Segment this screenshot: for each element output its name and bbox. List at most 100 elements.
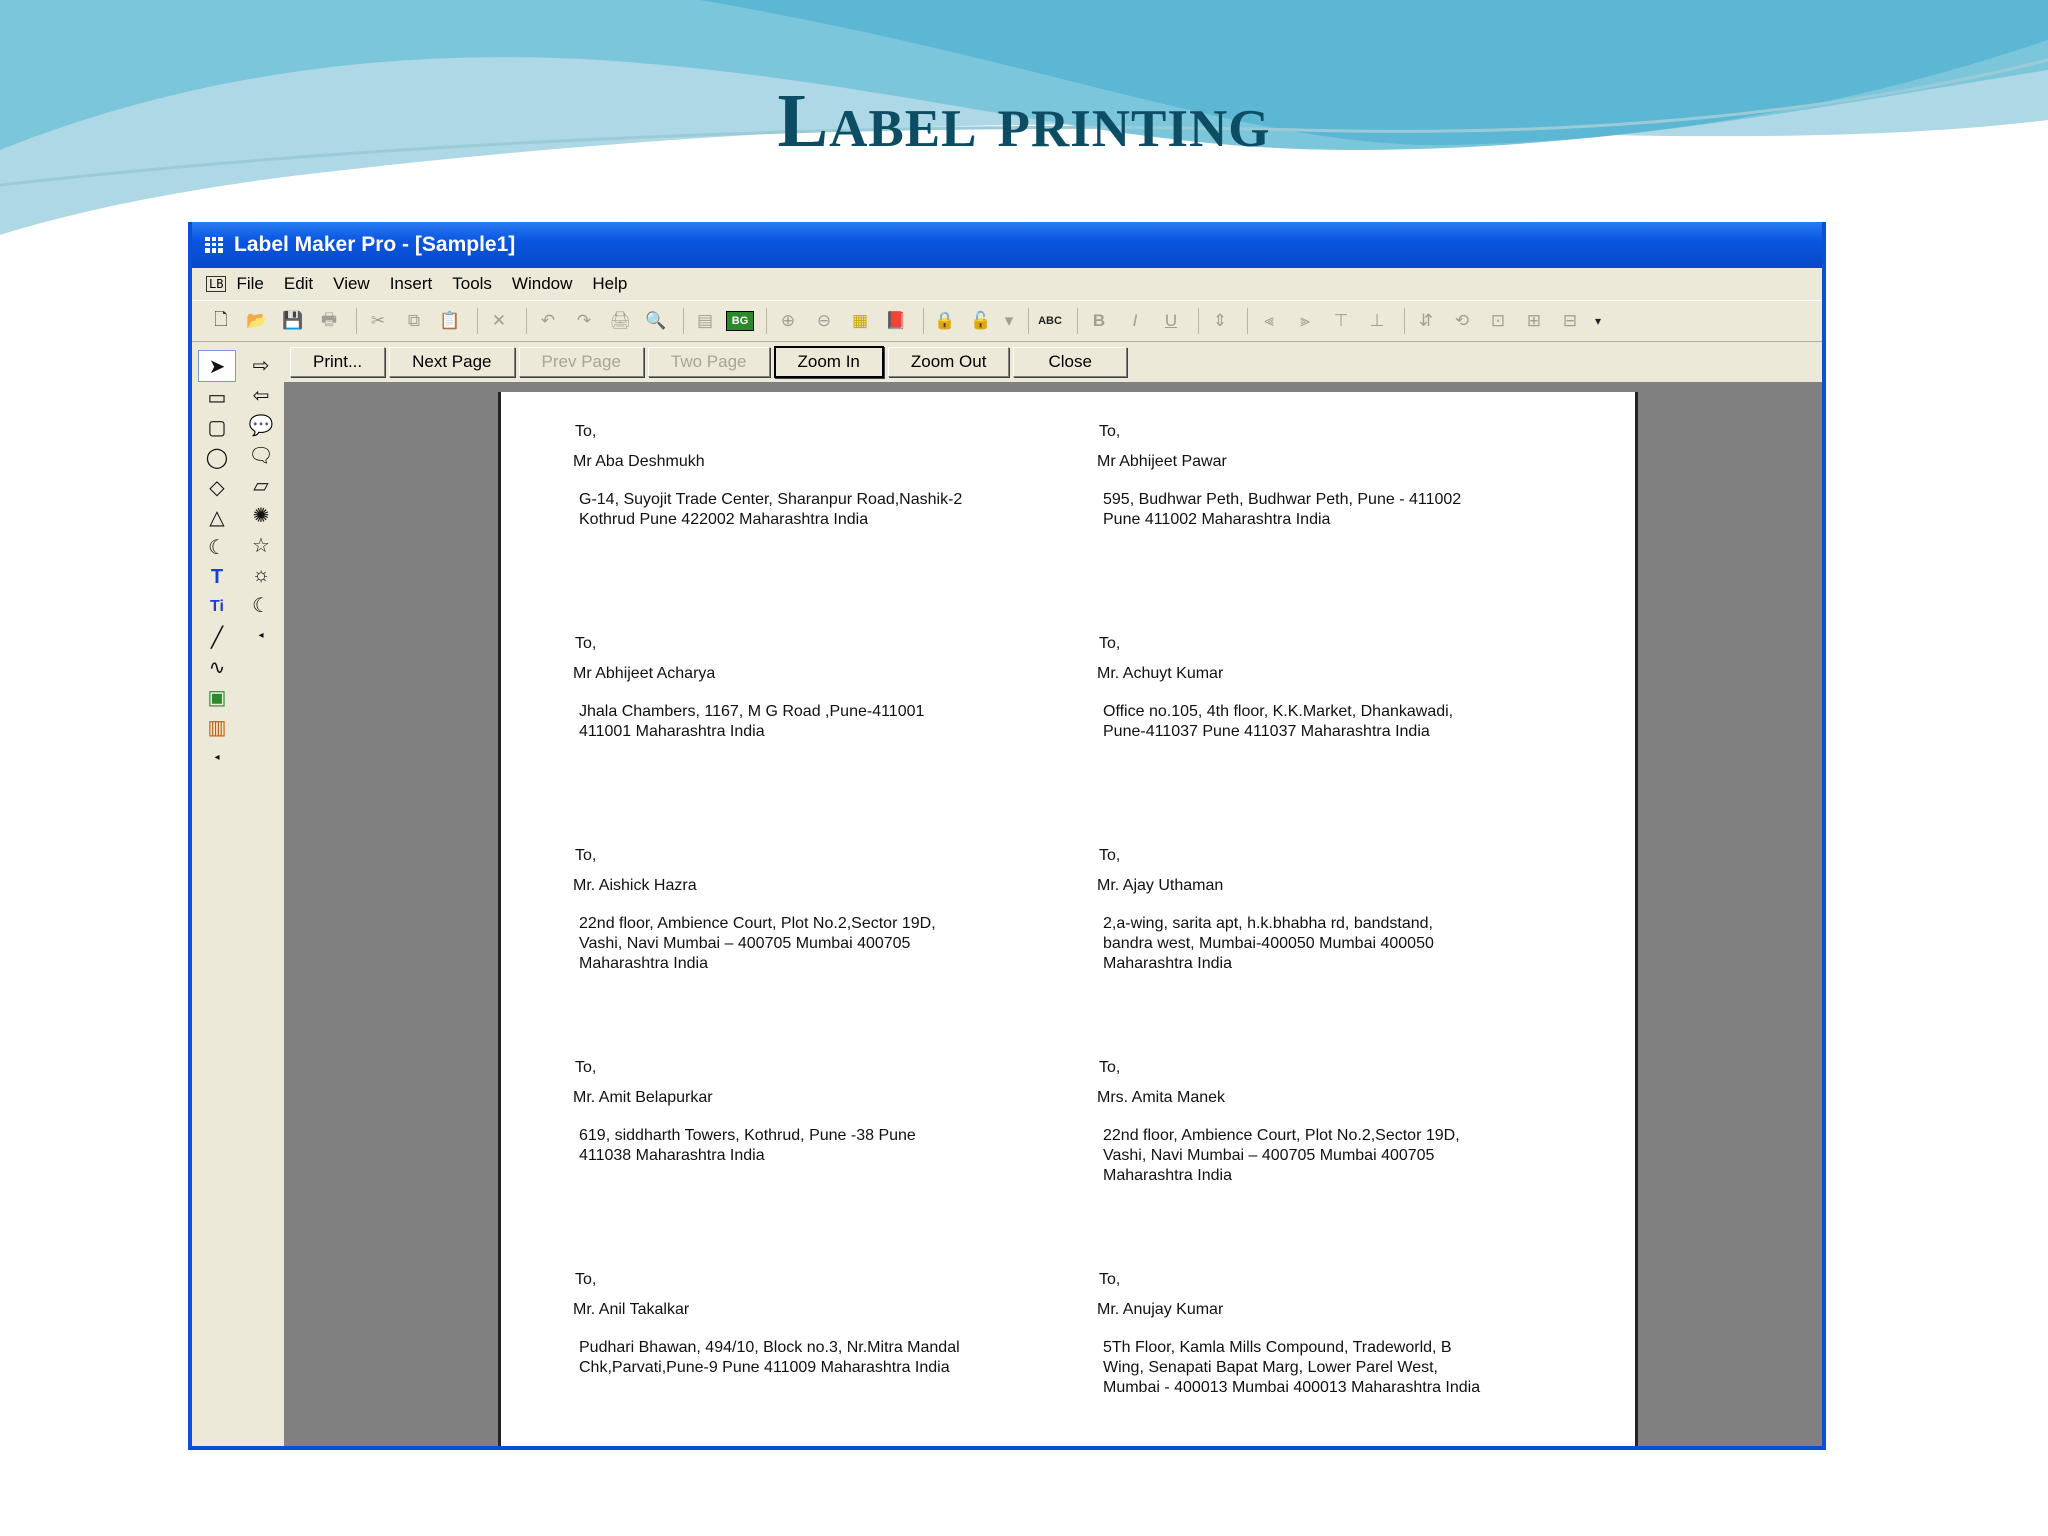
new-file-icon[interactable]: 🗋 (206, 306, 236, 336)
tools-column-left: ➤ ▭ ▢ ◯ ◇ △ ☾ T Ti ╱ ∿ ▣ ▥ ◂ (198, 350, 236, 772)
bold-icon[interactable]: B (1084, 306, 1114, 336)
zoom-out-button[interactable]: Zoom Out (887, 347, 1010, 377)
copy-icon[interactable]: ⧉ (399, 306, 429, 336)
rich-text-tool-icon[interactable]: Ti (198, 592, 236, 622)
undo-icon[interactable]: ↶ (533, 306, 563, 336)
align-left-icon[interactable]: ⫷ (1254, 306, 1284, 336)
print-preview-icon[interactable]: 🔍 (641, 306, 671, 336)
menu-help[interactable]: Help (592, 274, 627, 294)
menu-window[interactable]: Window (512, 274, 572, 294)
menu-edit[interactable]: Edit (284, 274, 313, 294)
rotate-icon[interactable]: ⟲ (1447, 306, 1477, 336)
label-address: 595, Budhwar Peth, Budhwar Peth, Pune - … (1103, 491, 1462, 528)
label-salutation: To, (575, 635, 597, 652)
cut-icon[interactable]: ✂ (363, 306, 393, 336)
window-title: Label Maker Pro - [Sample1] (234, 233, 516, 256)
triangle-tool-icon[interactable]: △ (198, 502, 236, 532)
two-page-button[interactable]: Two Page (647, 347, 770, 377)
scroll-left-icon[interactable]: ◂ (242, 620, 280, 650)
label-recipient-name: Mr Abhijeet Acharya (573, 665, 716, 682)
speech-bubble-icon[interactable]: 💬 (242, 410, 280, 440)
star-shape-icon[interactable]: ☆ (242, 530, 280, 560)
app-grid-icon (205, 237, 223, 253)
center-horizontal-icon[interactable]: ⊡ (1483, 306, 1513, 336)
rounded-rectangle-tool-icon[interactable]: ▢ (198, 412, 236, 442)
line-tool-icon[interactable]: ╱ (198, 622, 236, 652)
zoom-in-button[interactable]: Zoom In (773, 346, 884, 378)
print-button[interactable]: Print... (290, 347, 386, 377)
text-spacing-icon[interactable]: ⇕ (1205, 306, 1235, 336)
dropdown-arrow-icon[interactable]: ▾ (1002, 306, 1016, 336)
menu-tools[interactable]: Tools (452, 274, 492, 294)
pointer-tool-icon[interactable]: ➤ (198, 350, 236, 382)
label-salutation: To, (575, 1059, 597, 1076)
zoom-in-icon[interactable]: ⊕ (773, 306, 803, 336)
rectangle-tool-icon[interactable]: ▭ (198, 382, 236, 412)
flip-vertical-icon[interactable]: ⇵ (1411, 306, 1441, 336)
toolbar-separator (1198, 308, 1199, 334)
unlock-icon[interactable]: 🔓 (966, 306, 996, 336)
arrow-left-shape-icon[interactable]: ⇦ (242, 380, 280, 410)
label-recipient-name: Mr. Ajay Uthaman (1097, 877, 1224, 894)
toolbar-separator (923, 308, 924, 334)
window-titlebar[interactable]: Label Maker Pro - [Sample1] (192, 222, 1822, 268)
distribute-icon[interactable]: ⊟ (1555, 306, 1585, 336)
label-recipient-name: Mrs. Amita Manek (1097, 1089, 1226, 1106)
label-salutation: To, (1099, 1271, 1121, 1288)
toolbar-separator (526, 308, 527, 334)
thought-bubble-icon[interactable]: 🗨 (242, 440, 280, 470)
toolbar-more-icon[interactable]: ▾ (1591, 306, 1605, 336)
diamond-tool-icon[interactable]: ◇ (198, 472, 236, 502)
open-folder-icon[interactable]: 📂 (242, 306, 272, 336)
print-preview-workspace: Print... Next Page Prev Page Two Page Zo… (284, 342, 1822, 1446)
curve-tool-icon[interactable]: ∿ (198, 652, 236, 682)
prev-page-button[interactable]: Prev Page (518, 347, 644, 377)
background-icon[interactable]: BG (726, 311, 754, 331)
spellcheck-icon[interactable]: ABC (1035, 306, 1065, 336)
toolbar-separator (683, 308, 684, 334)
print-icon[interactable]: 🖨 (605, 306, 635, 336)
toolbar-separator (477, 308, 478, 334)
arrow-right-shape-icon[interactable]: ⇨ (242, 350, 280, 380)
scroll-left-icon[interactable]: ◂ (198, 742, 236, 772)
menu-file[interactable]: File (236, 274, 263, 294)
toolbar-separator (356, 308, 357, 334)
align-bottom-icon[interactable]: ⊥ (1362, 306, 1392, 336)
menu-insert[interactable]: Insert (390, 274, 433, 294)
text-tool-icon[interactable]: T (198, 562, 236, 592)
drawing-tools-palette: ➤ ▭ ▢ ◯ ◇ △ ☾ T Ti ╱ ∿ ▣ ▥ ◂ ⇨ ⇦ 💬 🗨 ▱ ✺… (196, 342, 280, 1442)
align-right-icon[interactable]: ⫸ (1290, 306, 1320, 336)
chart-tool-icon[interactable]: ▥ (198, 712, 236, 742)
redo-icon[interactable]: ↷ (569, 306, 599, 336)
image-tool-icon[interactable]: ▣ (198, 682, 236, 712)
document-icon[interactable]: LB (206, 276, 227, 292)
moon-shape-icon[interactable]: ☾ (242, 590, 280, 620)
freeform-tool-icon[interactable]: ☾ (198, 532, 236, 562)
sun-shape-icon[interactable]: ☼ (242, 560, 280, 590)
italic-icon[interactable]: I (1120, 306, 1150, 336)
preview-toolbar: Print... Next Page Prev Page Two Page Zo… (284, 342, 1822, 382)
save-icon[interactable]: 💾 (278, 306, 308, 336)
menu-view[interactable]: View (333, 274, 370, 294)
zoom-out-icon[interactable]: ⊖ (809, 306, 839, 336)
lock-icon[interactable]: 🔒 (930, 306, 960, 336)
label-recipient-name: Mr. Achuyt Kumar (1097, 665, 1224, 682)
properties-icon[interactable]: ▤ (690, 306, 720, 336)
close-preview-button[interactable]: Close (1013, 347, 1127, 377)
database-book-icon[interactable]: 📕 (881, 306, 911, 336)
delete-icon[interactable]: ✕ (484, 306, 514, 336)
seal-shape-icon[interactable]: ✺ (242, 500, 280, 530)
toolbar-separator (1404, 308, 1405, 334)
print-setup-icon[interactable]: 🖶 (314, 306, 344, 336)
next-page-button[interactable]: Next Page (389, 347, 515, 377)
label-salutation: To, (1099, 423, 1121, 440)
ellipse-tool-icon[interactable]: ◯ (198, 442, 236, 472)
grid-icon[interactable]: ▦ (845, 306, 875, 336)
align-top-icon[interactable]: ⊤ (1326, 306, 1356, 336)
paste-icon[interactable]: 📋 (435, 306, 465, 336)
center-vertical-icon[interactable]: ⊞ (1519, 306, 1549, 336)
label-address: Jhala Chambers, 1167, M G Road ,Pune-411… (579, 703, 925, 740)
label-recipient-name: Mr. Amit Belapurkar (573, 1089, 713, 1106)
underline-icon[interactable]: U (1156, 306, 1186, 336)
parallelogram-tool-icon[interactable]: ▱ (242, 470, 280, 500)
